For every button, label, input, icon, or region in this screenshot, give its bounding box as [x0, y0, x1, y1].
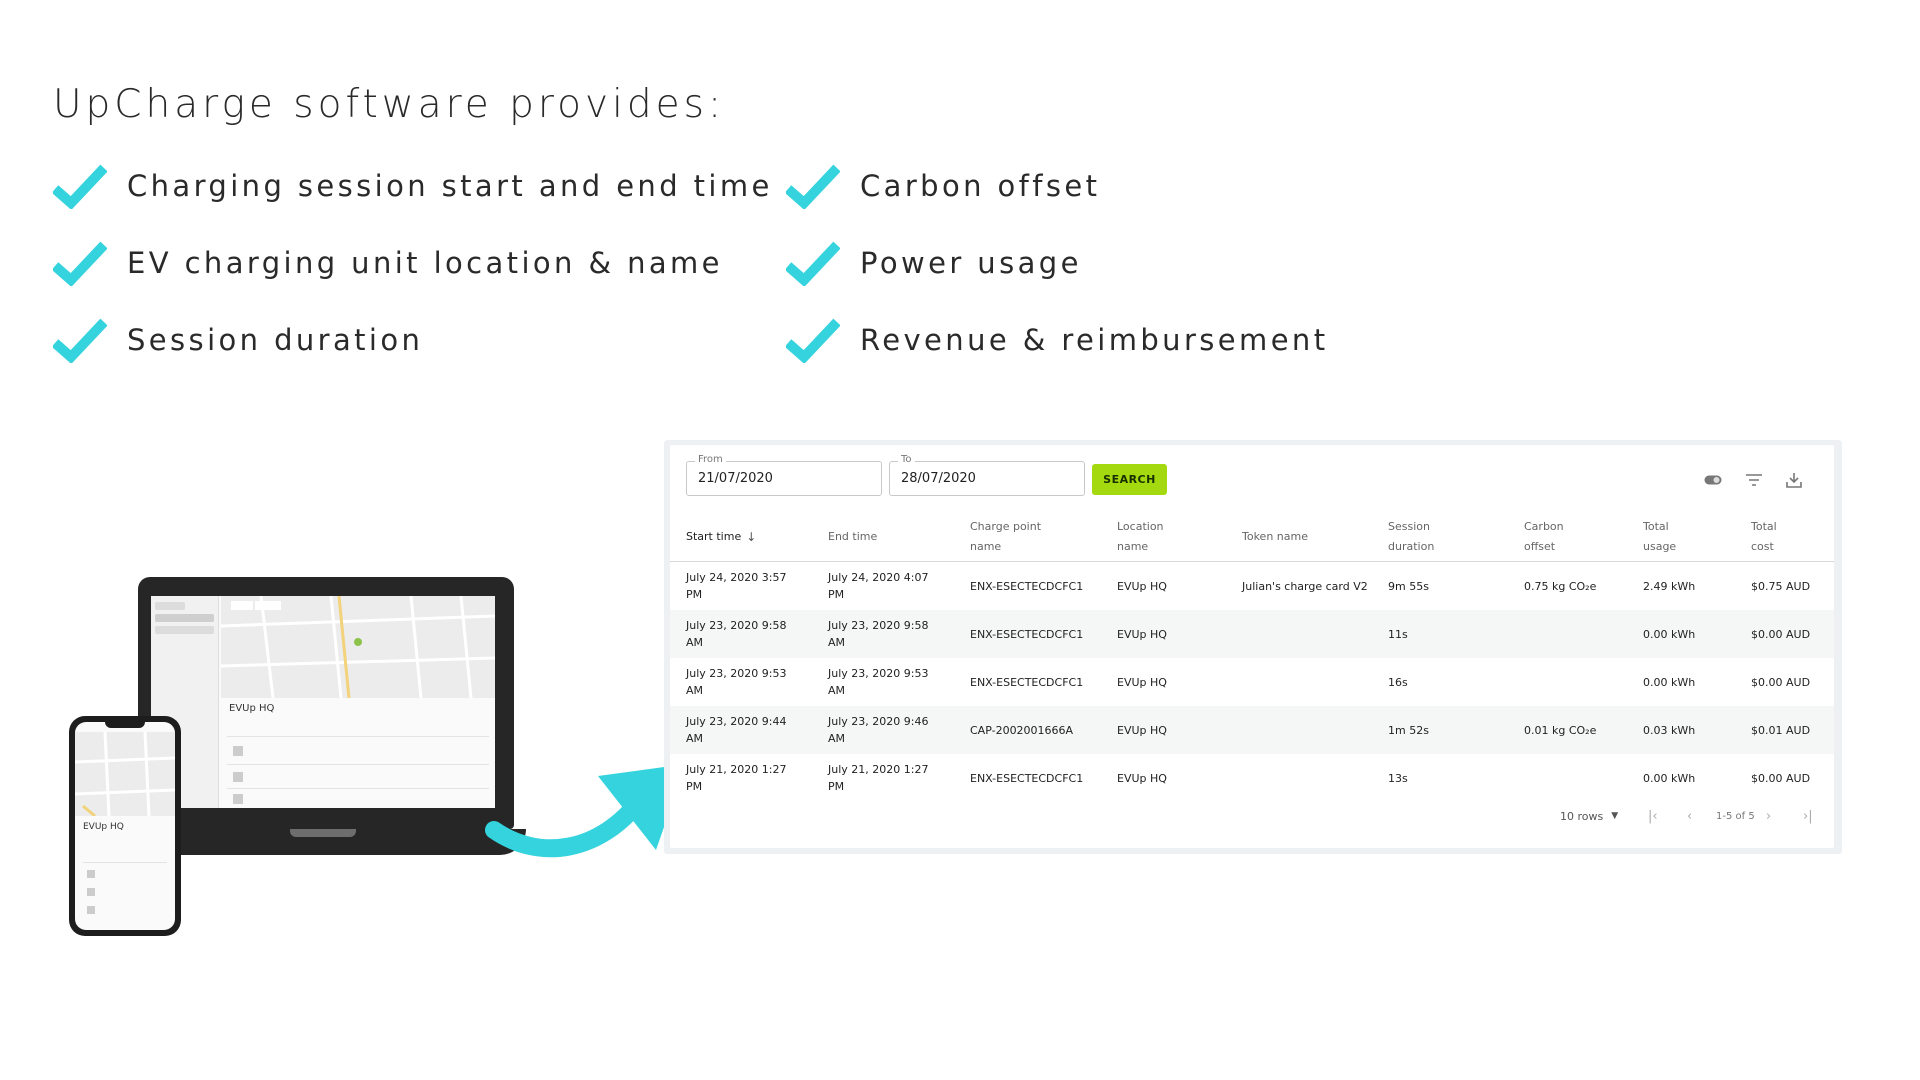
column-header-usage[interactable]: Total usage — [1643, 515, 1676, 559]
column-header-carbon[interactable]: Carbon offset — [1524, 515, 1564, 559]
column-header-cost[interactable]: Total cost — [1751, 515, 1777, 559]
feature-item: EV charging unit location & name — [53, 238, 723, 288]
laptop-mockup: EVUp HQ — [138, 577, 514, 829]
previous-page-icon[interactable]: ‹ — [1687, 806, 1692, 826]
feature-label: Revenue & reimbursement — [860, 323, 1329, 357]
search-button[interactable]: SEARCH — [1092, 464, 1167, 495]
from-date-field[interactable]: From — [686, 454, 882, 496]
phone-screen: EVUp HQ — [75, 722, 175, 930]
feature-label: Power usage — [860, 246, 1082, 280]
checkmark-icon — [53, 164, 107, 209]
column-header-start-time[interactable]: Start time ↓ — [686, 515, 756, 559]
feature-item: Power usage — [786, 238, 1082, 288]
laptop-map — [221, 596, 495, 698]
laptop-notch — [290, 829, 356, 837]
last-page-icon[interactable]: ›| — [1803, 806, 1813, 826]
to-date-field[interactable]: To — [889, 454, 1085, 496]
phone-mockup: EVUp HQ — [69, 716, 181, 936]
checkmark-icon — [786, 164, 840, 209]
filter-icon[interactable] — [1744, 470, 1764, 490]
page-range: 1-5 of 5 — [1716, 810, 1755, 822]
from-date-input[interactable] — [687, 462, 881, 495]
feature-item: Revenue & reimbursement — [786, 315, 1328, 365]
laptop-screen: EVUp HQ — [151, 596, 495, 808]
checkmark-icon — [53, 318, 107, 363]
column-header-token[interactable]: Token name — [1242, 515, 1308, 559]
checkmark-icon — [53, 241, 107, 286]
feature-label: EV charging unit location & name — [127, 246, 723, 280]
to-date-input[interactable] — [890, 462, 1084, 495]
dropdown-arrow-icon: ▼ — [1611, 811, 1619, 821]
column-header-end-time[interactable]: End time — [828, 515, 877, 559]
feature-item: Charging session start and end time — [53, 161, 773, 211]
toggle-icon[interactable] — [1703, 470, 1723, 490]
checkmark-icon — [786, 318, 840, 363]
feature-label: Charging session start and end time — [127, 169, 773, 203]
feature-label: Session duration — [127, 323, 424, 357]
table-row[interactable]: July 24, 2020 3:57 PM July 24, 2020 4:07… — [670, 562, 1834, 610]
table-row[interactable]: July 23, 2020 9:44 AM July 23, 2020 9:46… — [670, 706, 1834, 754]
table-row[interactable]: July 23, 2020 9:53 AM July 23, 2020 9:53… — [670, 658, 1834, 706]
sessions-panel: From To SEARCH Start time↓ End time Char… — [670, 445, 1834, 848]
column-header-charge-point[interactable]: Charge point name — [970, 515, 1041, 559]
checkmark-icon — [786, 241, 840, 286]
feature-item: Carbon offset — [786, 161, 1100, 211]
feature-item: Session duration — [53, 315, 423, 365]
sort-down-icon[interactable]: ↓ — [746, 527, 756, 547]
column-header-location[interactable]: Location name — [1117, 515, 1164, 559]
phone-notch — [105, 722, 145, 728]
column-header-duration[interactable]: Session duration — [1388, 515, 1434, 559]
table-row[interactable]: July 23, 2020 9:58 AM July 23, 2020 9:58… — [670, 610, 1834, 658]
feature-label: Carbon offset — [860, 169, 1101, 203]
phone-map — [75, 731, 175, 818]
phone-location-title: EVUp HQ — [83, 822, 124, 832]
next-page-icon[interactable]: › — [1766, 806, 1771, 826]
headline: UpCharge software provides: — [53, 82, 726, 127]
laptop-location-title: EVUp HQ — [229, 703, 275, 714]
rows-per-page-select[interactable]: 10 rows ▼ — [1560, 806, 1618, 826]
table-row[interactable]: July 21, 2020 1:27 PM July 21, 2020 1:27… — [670, 754, 1834, 802]
download-icon[interactable] — [1784, 470, 1804, 490]
first-page-icon[interactable]: |‹ — [1648, 806, 1658, 826]
